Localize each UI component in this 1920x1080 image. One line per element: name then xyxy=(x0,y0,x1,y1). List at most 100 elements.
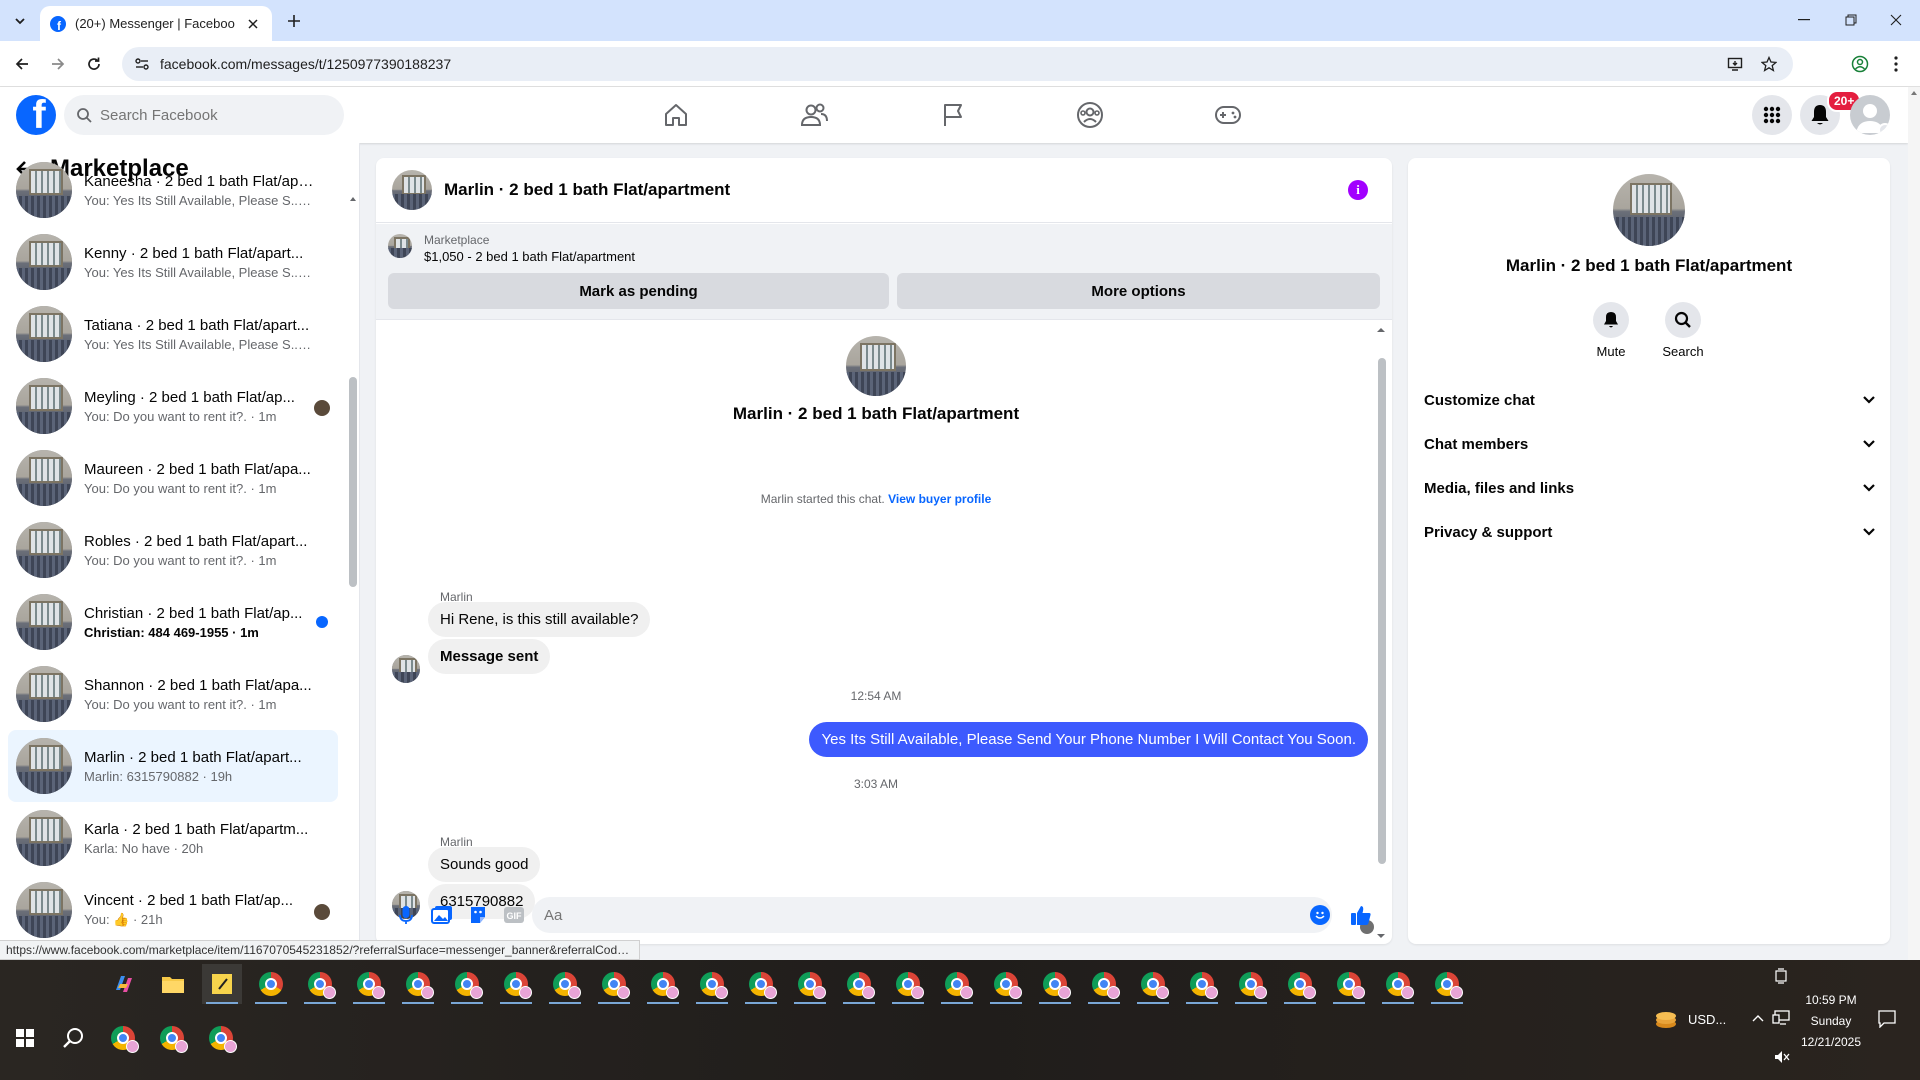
chrome-profile-icon[interactable] xyxy=(1378,964,1418,1004)
taskbar-clock[interactable]: 10:59 PM Sunday 12/21/2025 xyxy=(1786,990,1876,1053)
forward-arrow-icon[interactable] xyxy=(46,52,70,76)
close-window-icon[interactable] xyxy=(1882,8,1910,32)
sticky-notes-icon[interactable] xyxy=(202,964,242,1004)
facebook-search-box[interactable] xyxy=(64,95,344,135)
search-in-conversation-button[interactable]: Search xyxy=(1653,302,1713,359)
browser-tab-messenger[interactable]: f (20+) Messenger | Facebook xyxy=(40,6,272,41)
chrome-profile-icon[interactable] xyxy=(1280,964,1320,1004)
chrome-profile-icon[interactable] xyxy=(196,1018,245,1058)
chrome-profile-icon[interactable] xyxy=(349,964,389,1004)
currency-widget-icon[interactable] xyxy=(1654,1008,1678,1030)
chat-list-item[interactable]: Shannon · 2 bed 1 bath Flat/apa... You: D… xyxy=(8,658,338,730)
chat-list-item[interactable]: Vincent · 2 bed 1 bath Flat/ap... You: 👍 … xyxy=(8,874,338,946)
view-buyer-profile-link[interactable]: View buyer profile xyxy=(888,492,991,506)
notification-center-icon[interactable] xyxy=(1878,1010,1896,1028)
chrome-profile-icon[interactable] xyxy=(300,964,340,1004)
chat-list-item-active[interactable]: Marlin · 2 bed 1 bath Flat/apart... Marli… xyxy=(8,730,338,802)
sidebar-scrollbar[interactable] xyxy=(349,377,357,587)
conversation-title[interactable]: Marlin · 2 bed 1 bath Flat/apartment xyxy=(444,180,730,200)
pages-flag-icon[interactable] xyxy=(937,99,969,131)
thread-scroll-up-icon[interactable] xyxy=(1376,326,1386,334)
chrome-profile-icon[interactable] xyxy=(790,964,830,1004)
thumbs-up-like-icon[interactable] xyxy=(1346,900,1376,930)
tab-search-chevron-icon[interactable] xyxy=(8,9,32,33)
conversation-info-icon[interactable]: i xyxy=(1348,180,1368,200)
groups-icon[interactable] xyxy=(1074,99,1106,131)
microphone-icon[interactable] xyxy=(388,897,424,933)
chrome-profile-icon[interactable] xyxy=(692,964,732,1004)
file-explorer-icon[interactable] xyxy=(153,964,193,1004)
chrome-profile-icon[interactable] xyxy=(937,964,977,1004)
account-chevron-icon[interactable] xyxy=(1878,123,1890,135)
chrome-profile-icon[interactable] xyxy=(147,1018,196,1058)
chrome-profile-icon[interactable] xyxy=(888,964,928,1004)
install-app-icon[interactable] xyxy=(1723,52,1747,76)
gaming-icon[interactable] xyxy=(1212,99,1244,131)
sticker-icon[interactable] xyxy=(460,897,496,933)
message-input[interactable] xyxy=(532,897,1332,933)
chrome-profile-icon[interactable] xyxy=(839,964,879,1004)
chrome-profile-icon[interactable] xyxy=(741,964,781,1004)
chat-members-section[interactable]: Chat members xyxy=(1424,422,1876,466)
customize-chat-section[interactable]: Customize chat xyxy=(1424,378,1876,422)
privacy-support-section[interactable]: Privacy & support xyxy=(1424,510,1876,554)
back-arrow-icon[interactable] xyxy=(10,52,34,76)
banner-listing-link[interactable]: $1,050 - 2 bed 1 bath Flat/apartment xyxy=(424,249,635,264)
account-avatar[interactable] xyxy=(1850,95,1890,135)
chrome-profile-icon[interactable] xyxy=(545,964,585,1004)
windows-start-icon[interactable] xyxy=(0,1018,49,1058)
chrome-profile-icon[interactable] xyxy=(1035,964,1075,1004)
incoming-message[interactable]: Hi Rene, is this still available? xyxy=(428,602,651,637)
chat-list-item[interactable]: Kaneesha · 2 bed 1 bath Flat/apa... You: … xyxy=(8,154,338,226)
chrome-profile-icon[interactable] xyxy=(594,964,634,1004)
minimize-window-icon[interactable] xyxy=(1790,8,1818,32)
mute-button[interactable]: Mute xyxy=(1581,302,1641,359)
info-avatar[interactable] xyxy=(1613,174,1685,246)
chrome-profile-icon[interactable] xyxy=(986,964,1026,1004)
taskbar-search-icon[interactable] xyxy=(49,1018,98,1058)
media-files-links-section[interactable]: Media, files and links xyxy=(1424,466,1876,510)
chrome-profile-icon[interactable] xyxy=(447,964,487,1004)
chrome-profile-icon[interactable] xyxy=(643,964,683,1004)
chrome-profile-icon[interactable] xyxy=(496,964,536,1004)
incoming-message[interactable]: Sounds good xyxy=(428,847,541,882)
facebook-logo-icon[interactable]: f xyxy=(16,95,56,135)
tab-close-icon[interactable] xyxy=(244,15,262,33)
address-bar[interactable]: facebook.com/messages/t/1250977390188237 xyxy=(122,47,1793,81)
chrome-profile-icon[interactable] xyxy=(98,1018,147,1058)
mark-as-pending-button[interactable]: Mark as pending xyxy=(388,273,889,309)
browser-menu-icon[interactable] xyxy=(1884,52,1908,76)
copilot-icon[interactable] xyxy=(104,964,144,1004)
chrome-profile-icon[interactable] xyxy=(1231,964,1271,1004)
sender-avatar[interactable] xyxy=(392,655,420,683)
chrome-profile-icon[interactable] xyxy=(1427,964,1467,1004)
friends-icon[interactable] xyxy=(798,99,830,131)
attach-photo-icon[interactable] xyxy=(424,897,460,933)
chrome-profile-icon[interactable] xyxy=(1182,964,1222,1004)
profile-icon[interactable] xyxy=(1848,52,1872,76)
chat-list-item[interactable]: Christian · 2 bed 1 bath Flat/ap... Chris… xyxy=(8,586,338,658)
bookmark-star-icon[interactable] xyxy=(1757,52,1781,76)
facebook-search-input[interactable] xyxy=(100,106,320,124)
chrome-profile-icon[interactable] xyxy=(398,964,438,1004)
listing-thumbnail[interactable] xyxy=(388,234,412,258)
incoming-message[interactable]: Message sent xyxy=(428,639,551,674)
tray-chevron-up-icon[interactable] xyxy=(1752,1014,1764,1022)
page-scrollbar[interactable] xyxy=(1908,87,1920,960)
chat-list-item[interactable]: Kenny · 2 bed 1 bath Flat/apart... You: Y… xyxy=(8,226,338,298)
chrome-profile-icon[interactable] xyxy=(1329,964,1369,1004)
emoji-icon[interactable] xyxy=(1310,905,1330,925)
app-icon[interactable] xyxy=(251,964,291,1004)
site-info-tune-icon[interactable] xyxy=(134,56,150,72)
taskbar-overflow-icon[interactable] xyxy=(1774,968,1788,984)
more-options-button[interactable]: More options xyxy=(897,273,1380,309)
reload-icon[interactable] xyxy=(82,52,106,76)
chat-list-item[interactable]: Karla · 2 bed 1 bath Flat/apartm... Karla… xyxy=(8,802,338,874)
chat-list-item[interactable]: Maureen · 2 bed 1 bath Flat/apa... You: D… xyxy=(8,442,338,514)
chrome-profile-icon[interactable] xyxy=(1084,964,1124,1004)
gif-icon[interactable]: GIF xyxy=(496,897,532,933)
new-tab-plus-icon[interactable] xyxy=(282,9,306,33)
outgoing-message[interactable]: Yes Its Still Available, Please Send You… xyxy=(809,722,1368,757)
chrome-profile-icon[interactable] xyxy=(1133,964,1173,1004)
currency-widget-text[interactable]: USD... xyxy=(1688,1012,1726,1027)
